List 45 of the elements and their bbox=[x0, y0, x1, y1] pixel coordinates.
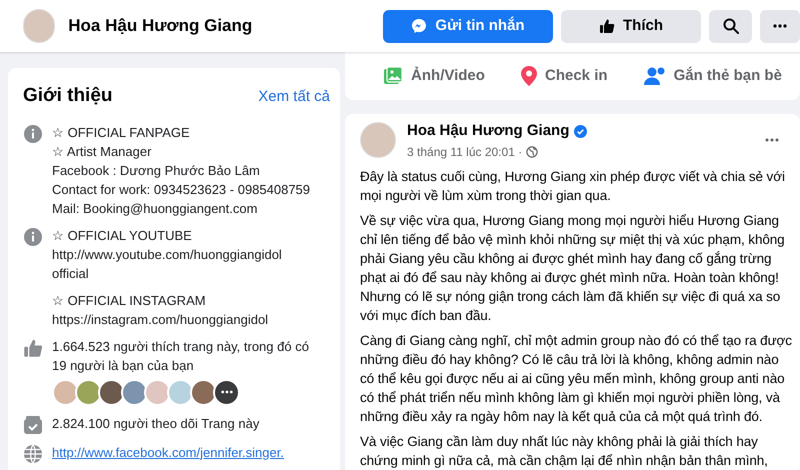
more-icon bbox=[220, 390, 232, 394]
composer-action[interactable]: Check in bbox=[521, 64, 608, 88]
author-name[interactable]: Hoa Hậu Hương Giang bbox=[407, 120, 570, 142]
info-icon bbox=[23, 226, 43, 246]
composer-action[interactable]: Ảnh/Video bbox=[383, 64, 485, 88]
location-pin-icon bbox=[521, 66, 537, 86]
website-link[interactable]: http://www.facebook.com/jennifer.singer. bbox=[52, 442, 322, 462]
post-paragraph: Càng đi Giang càng nghĩ, chỉ một admin group nào đó có thể tạo ra được những điều đó hay không? Có lẽ câu trả lời là không, không admin nào có thể kêu gọi được nếu ai ai cũng yêu mến mình, không group anti nào có thể phát triển nếu mình không làm gì khiến mọi người phiền lòng, và những điều xảy ra ngày hôm nay là kết quả của cả một quá trình đó. bbox=[360, 332, 793, 426]
info-icon bbox=[23, 124, 43, 144]
info-text: ☆ OFFICIAL YOUTUBE bbox=[52, 226, 193, 244]
author-avatar bbox=[360, 122, 396, 158]
info-text: Mail: Booking@huonggiangent.com bbox=[52, 200, 258, 218]
info-text: 2.824.100 người theo dõi Trang này bbox=[52, 414, 260, 432]
send-message-button[interactable]: Gửi tin nhắn bbox=[383, 10, 553, 42]
search-icon bbox=[722, 18, 738, 34]
info-text: http://www.youtube.com/huonggiangidol official bbox=[52, 246, 283, 282]
post-paragraph: Và việc Giang cần làm duy nhất lúc này không phải là giải thích hay chứng minh gì nữa cả, mà cần chậm lại để nhìn nhận bản thân mình, bbox=[360, 432, 769, 470]
post-time[interactable]: 3 tháng 11 lúc 20:01 · bbox=[407, 142, 522, 160]
composer-action[interactable]: Gắn thẻ bạn bè bbox=[644, 64, 782, 88]
info-text: ☆ OFFICIAL FANPAGE bbox=[52, 124, 191, 142]
info-text: ☆ Artist Manager bbox=[52, 142, 152, 160]
like-button[interactable]: Thích bbox=[561, 10, 701, 42]
photo-icon bbox=[383, 66, 404, 86]
post-paragraph: Về sự việc vừa qua, Hương Giang mong mọi người hiểu Hương Giang chỉ lên tiếng để bảo vệ mình khỏi những sự miệt thị và xúc phạm, không phải Giang yêu cầu không ai được ghét mình hay đang cố gắng trừng phạt ai đó để sau này không ai được ghét mình nữa. Hoàn toàn không! Nhưng có lẽ sự nóng giận trong cách làm đã khiến sự việc đi quá xa so với mục đích ban đầu. bbox=[360, 212, 786, 324]
people-icon bbox=[644, 66, 666, 86]
info-text: Contact for work: 0934523623 - 0985408759 bbox=[52, 180, 312, 198]
info-text: https://instagram.com/huonggiangidol bbox=[52, 310, 270, 328]
search-button[interactable] bbox=[709, 10, 752, 42]
profile-avatar bbox=[23, 9, 56, 43]
thumbs-up-icon bbox=[23, 338, 43, 358]
more-button[interactable] bbox=[760, 10, 800, 42]
info-text: ☆ OFFICIAL INSTAGRAM bbox=[52, 292, 207, 310]
page-name: Hoa Hậu Hương Giang bbox=[68, 15, 254, 38]
see-all-link[interactable]: Xem tất cả bbox=[258, 86, 330, 108]
info-text: 1.664.523 người thích trang này, trong đó có 19 người là bạn của bạn bbox=[52, 338, 310, 374]
globe-icon bbox=[23, 444, 43, 464]
globe-icon bbox=[526, 146, 538, 158]
more-icon bbox=[773, 24, 787, 28]
section-title: Giới thiệu bbox=[23, 84, 113, 108]
checkmark-box-icon bbox=[23, 414, 43, 434]
more-icon bbox=[765, 138, 779, 142]
post-paragraph: Đây là status cuối cùng, Hương Giang xin phép được viết và chia sẻ với mọi người về lùm xùm trong thời gian qua. bbox=[360, 168, 786, 204]
thumbs-up-icon bbox=[599, 18, 615, 34]
info-text: Facebook : Dương Phước Bảo Lâm bbox=[52, 162, 261, 180]
messenger-icon bbox=[411, 18, 428, 34]
